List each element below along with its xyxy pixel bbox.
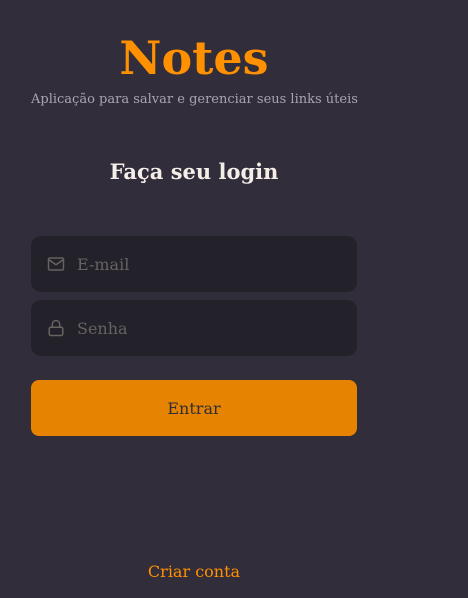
login-container: Notes Aplicação para salvar e gerenciar … — [31, 0, 358, 598]
create-account-link[interactable]: Criar conta — [31, 560, 357, 584]
login-button[interactable]: Entrar — [31, 380, 357, 436]
email-field[interactable] — [31, 236, 357, 292]
email-input[interactable] — [77, 236, 357, 292]
password-input[interactable] — [77, 300, 357, 356]
mail-icon — [47, 255, 65, 273]
login-heading: Faça seu login — [109, 159, 279, 184]
lock-icon — [47, 319, 65, 337]
app-title: Notes — [119, 31, 269, 85]
password-field[interactable] — [31, 300, 357, 356]
app-subtitle: Aplicação para salvar e gerenciar seus l… — [31, 92, 358, 107]
